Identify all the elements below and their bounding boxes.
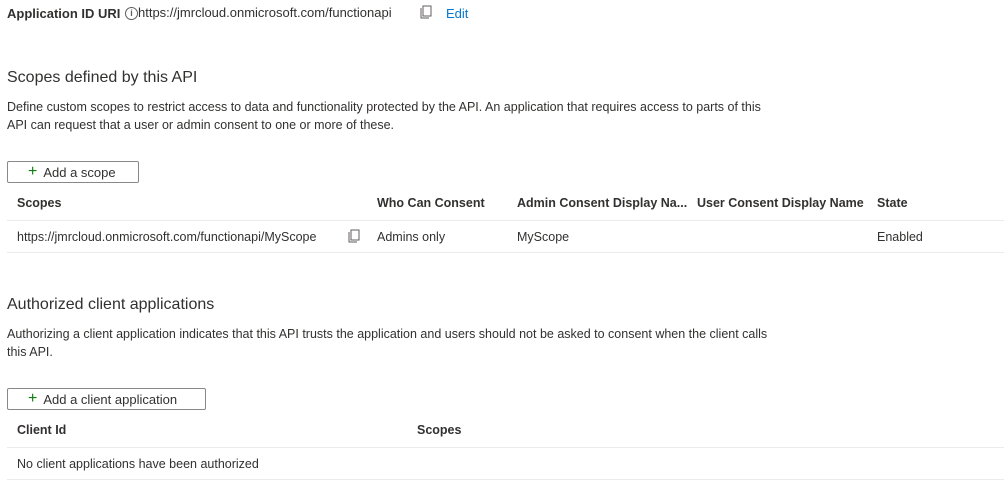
clients-bottom-divider xyxy=(7,479,1004,480)
state-cell: Enabled xyxy=(877,230,923,244)
who-can-consent-cell: Admins only xyxy=(377,230,446,244)
scopes-section-title: Scopes defined by this API xyxy=(7,69,198,86)
add-client-application-button[interactable]: + Add a client application xyxy=(7,388,206,410)
table-row-divider xyxy=(7,252,1004,253)
column-header-who-can-consent[interactable]: Who Can Consent xyxy=(377,196,485,210)
scopes-description-line-2: API can request that a user or admin con… xyxy=(7,118,395,132)
add-client-application-label: Add a client application xyxy=(43,391,178,407)
column-header-client-id[interactable]: Client Id xyxy=(17,423,66,437)
clients-header-divider xyxy=(7,447,1004,448)
info-icon[interactable]: i xyxy=(125,7,138,20)
app-id-uri-value: https://jmrcloud.onmicrosoft.com/functio… xyxy=(138,5,392,20)
table-row[interactable]: https://jmrcloud.onmicrosoft.com/functio… xyxy=(7,221,1004,252)
app-id-uri-label: Application ID URI xyxy=(7,6,121,21)
scopes-description-line-1: Define custom scopes to restrict access … xyxy=(7,100,761,114)
column-header-scopes[interactable]: Scopes xyxy=(17,196,61,210)
add-scope-label: Add a scope xyxy=(43,164,116,180)
edit-link[interactable]: Edit xyxy=(446,6,468,21)
column-header-user-consent-display-name[interactable]: User Consent Display Name xyxy=(697,196,864,210)
add-scope-button[interactable]: + Add a scope xyxy=(7,161,139,183)
column-header-state[interactable]: State xyxy=(877,196,908,210)
clients-section-title: Authorized client applications xyxy=(7,296,215,313)
scopes-section-description: Define custom scopes to restrict access … xyxy=(7,98,807,134)
admin-consent-display-name-cell: MyScope xyxy=(517,230,570,244)
clients-description-line-1: Authorizing a client application indicat… xyxy=(7,327,768,341)
copy-icon[interactable] xyxy=(348,229,360,243)
empty-clients-message: No client applications have been authori… xyxy=(17,457,259,471)
scope-uri-cell: https://jmrcloud.onmicrosoft.com/functio… xyxy=(17,230,317,244)
column-header-client-scopes[interactable]: Scopes xyxy=(417,423,461,437)
plus-icon: + xyxy=(28,163,38,180)
plus-icon: + xyxy=(28,390,38,407)
clients-description-line-2: this API. xyxy=(7,345,53,359)
clients-section-description: Authorizing a client application indicat… xyxy=(7,325,807,361)
copy-icon[interactable] xyxy=(420,5,432,19)
column-header-admin-consent-display-name[interactable]: Admin Consent Display Na... xyxy=(517,196,687,210)
